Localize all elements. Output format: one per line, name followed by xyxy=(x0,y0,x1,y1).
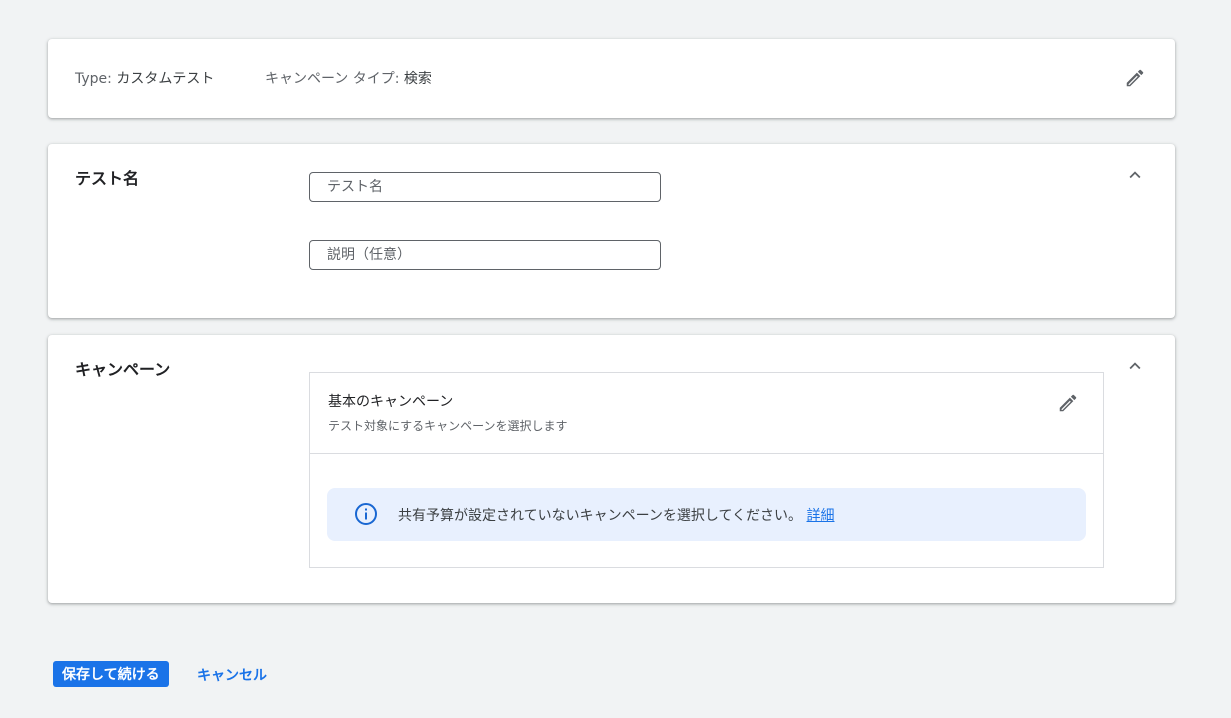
save-and-continue-button[interactable]: 保存して続ける xyxy=(53,661,169,687)
campaign-type-summary: キャンペーン タイプ: 検索 xyxy=(265,68,432,88)
summary-card: Type: カスタムテスト キャンペーン タイプ: 検索 xyxy=(48,39,1175,118)
campaign-type-value: 検索 xyxy=(403,71,432,87)
cancel-button[interactable]: キャンセル xyxy=(197,665,267,685)
test-name-field[interactable] xyxy=(309,172,661,202)
info-message-text: 共有予算が設定されていないキャンペーンを選択してください。 xyxy=(398,508,803,524)
chevron-up-icon[interactable] xyxy=(1123,163,1147,187)
base-campaign-header[interactable]: 基本のキャンペーン テスト対象にするキャンペーンを選択します xyxy=(310,373,1103,454)
description-field[interactable] xyxy=(309,240,661,270)
type-label: Type: xyxy=(75,71,112,87)
pencil-icon[interactable] xyxy=(1123,66,1147,90)
test-name-section: テスト名 xyxy=(48,144,1175,318)
pencil-icon[interactable] xyxy=(1056,391,1080,415)
section-title-test-name: テスト名 xyxy=(75,169,140,188)
campaign-section: キャンペーン 基本のキャンペーン テスト対象にするキャンペーンを選択します 共有… xyxy=(48,335,1175,603)
section-title-campaign: キャンペーン xyxy=(75,360,171,379)
details-link[interactable]: 詳細 xyxy=(807,508,835,524)
base-campaign-subtitle: テスト対象にするキャンペーンを選択します xyxy=(328,419,568,433)
info-message: 共有予算が設定されていないキャンペーンを選択してください。 詳細 xyxy=(398,505,835,525)
info-icon xyxy=(354,502,378,526)
base-campaign-title: 基本のキャンペーン xyxy=(328,394,454,410)
type-value: カスタムテスト xyxy=(116,71,215,87)
chevron-up-icon[interactable] xyxy=(1123,354,1147,378)
description-input[interactable] xyxy=(310,241,660,269)
test-name-input[interactable] xyxy=(310,173,660,201)
experiment-type-summary: Type: カスタムテスト xyxy=(75,68,214,88)
base-campaign-box: 基本のキャンペーン テスト対象にするキャンペーンを選択します 共有予算が設定され… xyxy=(309,372,1104,568)
campaign-type-label: キャンペーン タイプ: xyxy=(265,71,400,87)
info-banner: 共有予算が設定されていないキャンペーンを選択してください。 詳細 xyxy=(327,488,1086,541)
